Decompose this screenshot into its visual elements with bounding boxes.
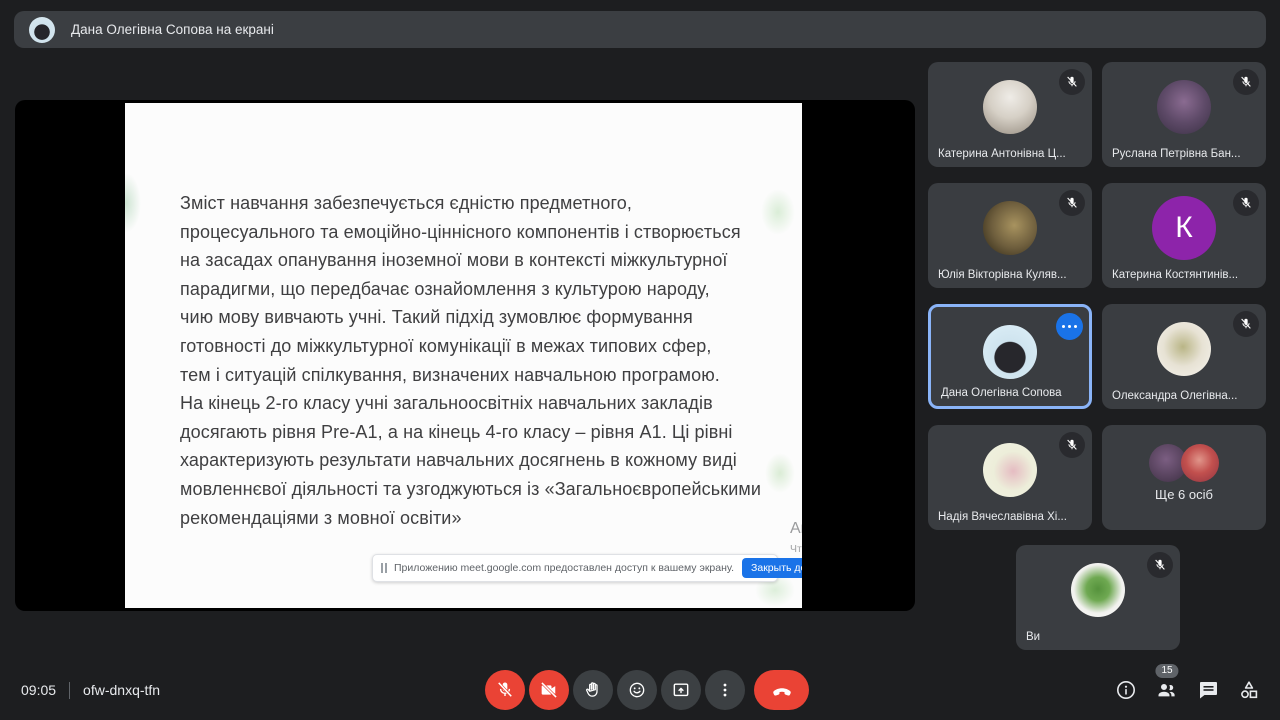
meeting-meta: 09:05 ofw-dnxq-tfn [21, 660, 160, 720]
chat-icon[interactable] [1196, 678, 1220, 702]
share-message: Приложению meet.google.com предоставлен … [394, 562, 734, 574]
participant-name: Катерина Костянтинів... [1112, 269, 1238, 281]
participant-tile[interactable]: Юлія Вікторівна Куляв... [928, 183, 1092, 288]
info-icon[interactable] [1114, 678, 1138, 702]
self-label: Ви [1026, 631, 1040, 643]
participant-avatar [983, 201, 1037, 255]
more-options-icon[interactable] [1056, 313, 1083, 340]
call-controls [485, 670, 809, 710]
reactions-button[interactable] [617, 670, 657, 710]
participant-tile[interactable]: Катерина Антонівна Ц... [928, 62, 1092, 167]
shared-screen: Зміст навчання забезпечується єдністю пр… [15, 100, 915, 611]
mic-off-icon [1233, 69, 1259, 95]
mic-off-icon [1233, 311, 1259, 337]
overflow-avatars [1149, 444, 1219, 482]
meta-divider [69, 682, 70, 699]
overflow-participants-tile[interactable]: Ще 6 осіб [1102, 425, 1266, 530]
presentation-slide: Зміст навчання забезпечується єдністю пр… [125, 103, 802, 608]
more-options-button[interactable] [705, 670, 745, 710]
participant-tile[interactable]: К Катерина Костянтинів... [1102, 183, 1266, 288]
slide-body-text: Зміст навчання забезпечується єдністю пр… [180, 189, 790, 532]
chrome-share-toolbar: Приложению meet.google.com предоставлен … [372, 554, 778, 582]
activities-icon[interactable] [1237, 678, 1261, 702]
participant-avatar [1157, 80, 1211, 134]
mic-off-icon [1059, 69, 1085, 95]
participant-name: Юлія Вікторівна Куляв... [938, 269, 1067, 281]
mic-off-icon [1233, 190, 1259, 216]
participant-name: Дана Олегівна Сопова [941, 387, 1062, 399]
participant-avatar [983, 80, 1037, 134]
screen-share-banner-text: Дана Олегівна Сопова на екрані [71, 22, 274, 37]
participant-avatar [1157, 322, 1211, 376]
mic-off-icon [1059, 190, 1085, 216]
participant-name: Катерина Антонівна Ц... [938, 148, 1066, 160]
present-screen-button[interactable] [661, 670, 701, 710]
participant-tile[interactable]: Руслана Петрівна Бан... [1102, 62, 1266, 167]
overflow-label: Ще 6 осіб [1102, 487, 1266, 502]
participant-avatar [983, 443, 1037, 497]
participant-name: Олександра Олегівна... [1112, 390, 1237, 402]
participant-tile[interactable]: Надія Вячеславівна Хі... [928, 425, 1092, 530]
participant-count-badge: 15 [1155, 664, 1178, 678]
raise-hand-button[interactable] [573, 670, 613, 710]
watermark-title: Активация Windows [790, 520, 802, 538]
mic-off-button[interactable] [485, 670, 525, 710]
self-tile[interactable]: Ви [1016, 545, 1180, 650]
screen-share-banner: Дана Олегівна Сопова на екрані [14, 11, 1266, 48]
participant-name: Надія Вячеславівна Хі... [938, 511, 1067, 523]
participant-tile-presenter[interactable]: Дана Олегівна Сопова [928, 304, 1092, 409]
self-avatar [1071, 563, 1125, 617]
panel-icons: 15 [1114, 660, 1261, 720]
participant-avatar [983, 325, 1037, 379]
participant-avatar-initial: К [1152, 196, 1216, 260]
bottom-bar: 09:05 ofw-dnxq-tfn 15 [0, 660, 1280, 720]
camera-off-button[interactable] [529, 670, 569, 710]
stop-sharing-button[interactable]: Закрыть доступ [742, 558, 802, 578]
clock-time: 09:05 [21, 682, 56, 698]
mic-off-icon [1059, 432, 1085, 458]
mic-off-icon [1147, 552, 1173, 578]
watermark-line1: Чтобы активировать Windows, перейдите в [790, 542, 802, 556]
participant-name: Руслана Петрівна Бан... [1112, 148, 1241, 160]
meeting-code: ofw-dnxq-tfn [83, 682, 160, 698]
presenter-avatar [29, 17, 55, 43]
participant-tile[interactable]: Олександра Олегівна... [1102, 304, 1266, 409]
pause-icon [381, 563, 387, 573]
people-icon[interactable]: 15 [1155, 678, 1179, 702]
slide-decoration [125, 173, 141, 233]
end-call-button[interactable] [754, 670, 809, 710]
